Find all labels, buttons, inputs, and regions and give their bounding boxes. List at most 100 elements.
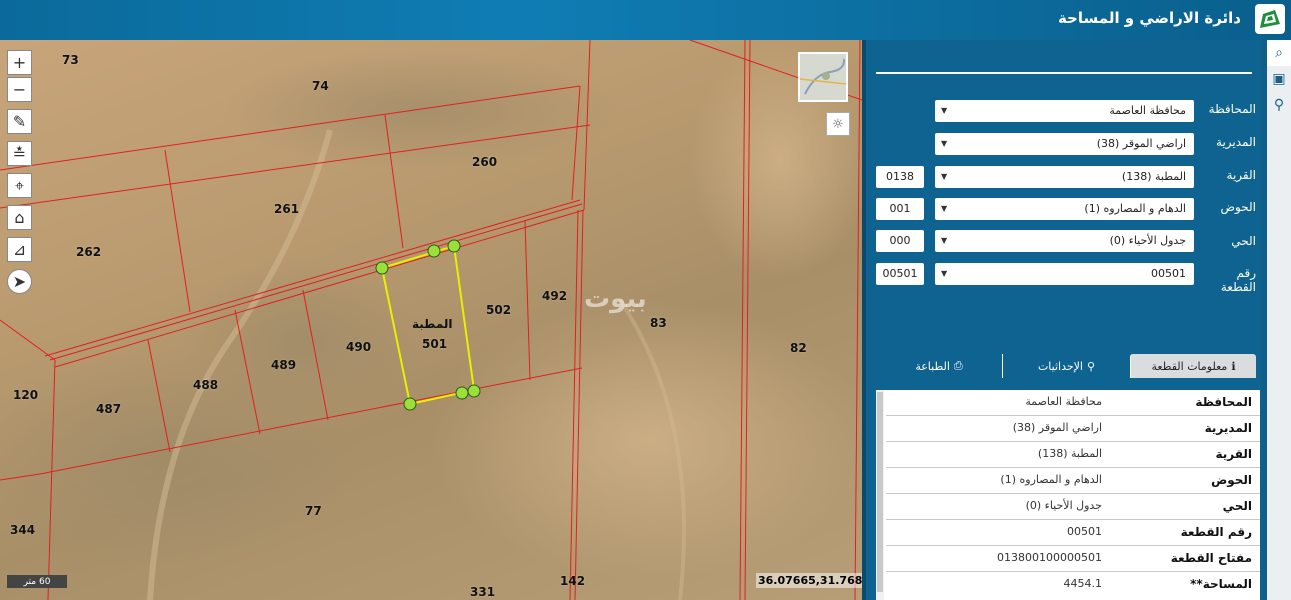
tab-print[interactable]: ⎙ الطباعة xyxy=(876,354,1002,378)
sun-icon: ☼ xyxy=(832,116,844,132)
measure-button[interactable]: ≛ xyxy=(7,141,32,166)
location-button[interactable]: ⚲ xyxy=(1267,92,1291,118)
parcel-number-label: 260 xyxy=(472,155,498,169)
directorate-label: المديرية xyxy=(1216,135,1256,149)
minimap-image xyxy=(799,54,847,100)
parcel-select[interactable]: 00501 ▼ xyxy=(935,263,1194,285)
map-layers-icon: ▣ xyxy=(1272,71,1286,87)
app-header: دائرة الاراضي و المساحة xyxy=(0,0,1291,40)
parcel-number-label: 261 xyxy=(274,202,300,216)
zoom-in-button[interactable]: + xyxy=(7,50,32,75)
chart-button[interactable]: ⊿ xyxy=(7,237,32,262)
info-icon: ℹ xyxy=(1231,359,1236,373)
district-code-input[interactable]: 000 xyxy=(876,230,924,252)
parcel-number-label: 142 xyxy=(560,574,586,588)
scrollbar-thumb[interactable] xyxy=(877,392,883,592)
side-toolbar: ⌕ ▣ ⚲ xyxy=(1267,40,1291,600)
home-button[interactable]: ⌂ xyxy=(7,205,32,230)
table-row: الحي جدول الأحياء (0) xyxy=(886,494,1260,520)
basin-label: الحوض xyxy=(1220,200,1256,214)
parcel-number-label: 501 xyxy=(422,337,448,351)
table-row: القرية المطبة (138) xyxy=(886,442,1260,468)
caret-down-icon: ▼ xyxy=(941,106,948,115)
table-row: رقم القطعة 00501 xyxy=(886,520,1260,546)
basin-row: 001 الدهام و المصاروه (1) ▼ الحوض xyxy=(876,198,1256,220)
governorate-label: المحافظة xyxy=(1208,102,1256,116)
parcel-number-label: 74 xyxy=(312,79,329,93)
table-row: المحافظة محافظة العاصمة xyxy=(886,390,1260,416)
directorate-select[interactable]: اراضي الموقر (38) ▼ xyxy=(935,133,1194,155)
locate-icon: ⌖ xyxy=(14,175,24,195)
district-label: الحي xyxy=(1231,234,1256,248)
village-code-input[interactable]: 0138 xyxy=(876,166,924,188)
parcel-number-label: 490 xyxy=(346,340,372,354)
chart-icon: ⊿ xyxy=(12,240,27,259)
parcel-number-label: 487 xyxy=(96,402,122,416)
parcel-number-label: 73 xyxy=(62,53,79,67)
village-select[interactable]: المطبة (138) ▼ xyxy=(935,166,1194,188)
cursor-coordinates: 36.07665,31.76810 xyxy=(756,573,862,588)
table-row: المساحة** 4454.1 xyxy=(1063,577,1253,591)
zoom-out-icon: − xyxy=(12,80,27,99)
table-row: مفتاح القطعة 013800100000501 xyxy=(886,546,1260,572)
locate-button[interactable]: ⌖ xyxy=(7,173,32,198)
panel-divider-line xyxy=(876,72,1252,74)
info-tabs: ℹ معلومات القطعة ⚲ الإحداثيات ⎙ الطباعة xyxy=(876,354,1256,378)
parcel-number-label: 502 xyxy=(486,303,512,317)
parcel-number-label: 488 xyxy=(193,378,219,392)
village-row: 0138 المطبة (138) ▼ القرية xyxy=(876,166,1256,188)
table-row: المديرية اراضي الموقر (38) xyxy=(886,416,1260,442)
parcel-number-label: 489 xyxy=(271,358,297,372)
governorate-select[interactable]: محافظة العاصمة ▼ xyxy=(935,100,1194,122)
district-select[interactable]: جدول الأحياء (0) ▼ xyxy=(935,230,1194,252)
basemap-thumbnail[interactable] xyxy=(798,52,848,102)
caret-down-icon: ▼ xyxy=(941,139,948,148)
caret-down-icon: ▼ xyxy=(941,172,948,181)
district-row: 000 جدول الأحياء (0) ▼ الحي xyxy=(876,230,1256,252)
parcel-number-label: 82 xyxy=(790,341,807,355)
app-title: دائرة الاراضي و المساحة xyxy=(1057,9,1241,27)
parcel-label: رقم القطعة xyxy=(1220,266,1256,294)
basin-code-input[interactable]: 001 xyxy=(876,198,924,220)
brightness-button[interactable]: ☼ xyxy=(826,112,850,136)
parcel-number-label: 120 xyxy=(13,388,39,402)
governorate-row: محافظة العاصمة ▼ المحافظة xyxy=(876,100,1256,122)
layers-button[interactable]: ▣ xyxy=(1267,66,1291,92)
zoom-in-icon: + xyxy=(12,53,27,72)
tab-parcel-info[interactable]: ℹ معلومات القطعة xyxy=(1130,354,1256,378)
parcel-number-label: 331 xyxy=(470,585,496,599)
location-pin-icon: ⚲ xyxy=(1273,97,1285,113)
parcel-info-table: المحافظة محافظة العاصمة المديرية اراضي ا… xyxy=(876,390,1260,600)
compass-icon: ➤ xyxy=(12,272,27,291)
print-icon: ⎙ xyxy=(953,359,963,372)
parcel-number-label: 344 xyxy=(10,523,36,537)
land-department-logo-icon xyxy=(1255,4,1285,34)
parcel-number-label: 262 xyxy=(76,245,102,259)
measure-icon: ≛ xyxy=(12,144,27,163)
caret-down-icon: ▼ xyxy=(941,269,948,278)
village-label: القرية xyxy=(1226,168,1256,182)
scrollbar[interactable] xyxy=(876,390,884,600)
home-icon: ⌂ xyxy=(14,208,25,227)
pencil-icon: ✎ xyxy=(12,112,27,131)
parcel-number-label: 492 xyxy=(542,289,568,303)
parcel-number-label: 77 xyxy=(305,504,322,518)
parcel-number-label: 83 xyxy=(650,316,667,330)
draw-button[interactable]: ✎ xyxy=(7,109,32,134)
basin-select[interactable]: الدهام و المصاروه (1) ▼ xyxy=(935,198,1194,220)
table-row: الحوض الدهام و المصاروه (1) xyxy=(886,468,1260,494)
search-icon: ⌕ xyxy=(1275,45,1283,61)
parcel-code-input[interactable]: 00501 xyxy=(876,263,924,285)
watermark: بيوت xyxy=(584,284,647,314)
map-view[interactable]: 73 74 260 261 262 492 502 83 82 501 490 … xyxy=(0,40,862,600)
search-button[interactable]: ⌕ xyxy=(1267,40,1291,66)
selected-parcel-name: المطبة xyxy=(412,317,453,331)
directorate-row: اراضي الموقر (38) ▼ المديرية xyxy=(876,133,1256,155)
parcel-row: 00501 00501 ▼ رقم القطعة xyxy=(876,263,1256,294)
map-toolbar: + − ✎ ≛ ⌖ ⌂ ⊿ ➤ xyxy=(7,50,33,301)
person-pin-icon: ⚲ xyxy=(1087,359,1096,373)
caret-down-icon: ▼ xyxy=(941,204,948,213)
compass-button[interactable]: ➤ xyxy=(7,269,32,294)
zoom-out-button[interactable]: − xyxy=(7,77,32,102)
tab-coordinates[interactable]: ⚲ الإحداثيات xyxy=(1002,354,1130,378)
